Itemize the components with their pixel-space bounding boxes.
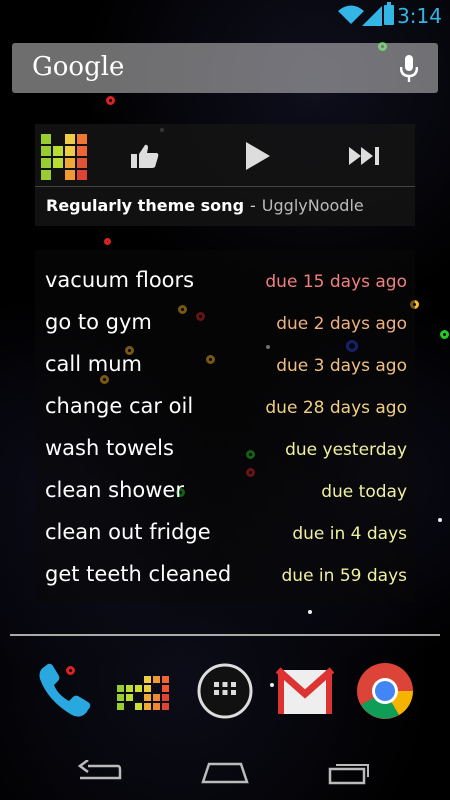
task-name: get teeth cleaned (45, 562, 232, 586)
task-due: due in 4 days (292, 524, 407, 544)
tasks-app-icon (117, 676, 169, 710)
task-name: vacuum floors (45, 268, 195, 292)
task-due: due 15 days ago (265, 272, 407, 292)
task-due: due today (321, 482, 407, 502)
task-due: due 2 days ago (276, 314, 407, 334)
back-icon (78, 760, 122, 780)
task-item[interactable]: vacuum floors due 15 days ago (45, 264, 407, 304)
chrome-icon (357, 663, 413, 719)
google-logo: Google (32, 52, 125, 82)
play-icon (246, 142, 270, 170)
chrome-app[interactable] (354, 660, 416, 722)
google-search-bar[interactable]: Google (12, 43, 438, 93)
wallpaper-particle (440, 330, 449, 339)
task-due: due 28 days ago (265, 398, 407, 418)
task-item[interactable]: clean shower due today (45, 474, 407, 514)
music-widget: Regularly theme song - UgglyNoodle (35, 124, 415, 226)
recents-icon (328, 764, 369, 785)
gmail-icon (276, 667, 334, 714)
task-item[interactable]: change car oil due 28 days ago (45, 390, 407, 430)
task-item[interactable]: call mum due 3 days ago (45, 348, 407, 388)
task-name: go to gym (45, 310, 152, 334)
task-item[interactable]: clean out fridge due in 4 days (45, 516, 407, 556)
skip-next-icon (349, 147, 379, 165)
task-name: clean out fridge (45, 520, 211, 544)
playback-controls (95, 128, 415, 186)
task-item[interactable]: get teeth cleaned due in 59 days (45, 558, 407, 598)
status-bar: 3:14 (0, 0, 450, 33)
app-drawer-icon (197, 663, 253, 719)
task-due: due yesterday (285, 440, 407, 460)
wallpaper-particle (104, 238, 111, 245)
app-drawer-button[interactable] (194, 660, 256, 722)
now-playing[interactable]: Regularly theme song - UgglyNoodle (46, 196, 364, 215)
phone-app[interactable] (33, 660, 95, 722)
wallpaper-particle (106, 96, 115, 105)
dock-divider (10, 634, 440, 636)
thumbs-up-icon (131, 144, 159, 168)
skip-next-button[interactable] (335, 136, 395, 176)
track-separator: - (250, 196, 256, 215)
task-due: due in 59 days (281, 566, 408, 586)
tasks-app[interactable] (114, 660, 176, 722)
mic-icon[interactable] (400, 55, 418, 83)
task-name: call mum (45, 352, 142, 376)
battery-icon (384, 2, 394, 25)
clock: 3:14 (397, 4, 442, 28)
phone-icon (39, 663, 91, 717)
wallpaper-particle (308, 610, 312, 614)
signal-icon (362, 6, 382, 26)
thumbs-up-button[interactable] (115, 136, 175, 176)
task-name: wash towels (45, 436, 174, 460)
back-button[interactable] (70, 755, 130, 789)
task-item[interactable]: go to gym due 2 days ago (45, 306, 407, 346)
play-button[interactable] (227, 136, 287, 176)
track-title: Regularly theme song (46, 196, 245, 215)
task-name: clean shower (45, 478, 184, 502)
track-artist: UgglyNoodle (261, 196, 364, 215)
recents-button[interactable] (320, 755, 380, 789)
gmail-app[interactable] (274, 660, 336, 722)
home-button[interactable] (195, 755, 255, 789)
album-art[interactable] (37, 128, 95, 186)
task-due: due 3 days ago (276, 356, 407, 376)
task-item[interactable]: wash towels due yesterday (45, 432, 407, 472)
divider (35, 186, 415, 187)
home-icon (201, 762, 249, 784)
wallpaper-particle (438, 518, 442, 522)
tasks-widget: vacuum floors due 15 days ago go to gym … (35, 250, 415, 602)
wifi-icon (338, 5, 364, 24)
task-name: change car oil (45, 394, 194, 418)
